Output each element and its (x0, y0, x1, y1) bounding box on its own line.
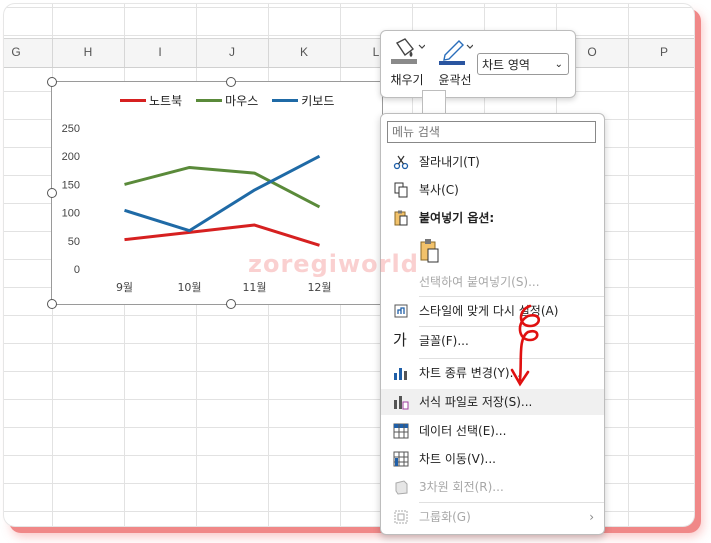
column-header-i[interactable]: I (150, 45, 170, 59)
menu-item-select-data[interactable]: 데이터 선택(E)... (381, 418, 604, 444)
menu-item-paste-special[interactable]: 선택하여 붙여넣기(S)... (381, 269, 604, 295)
x-tick-label: 12월 (307, 281, 331, 294)
resize-handle-middle-left[interactable] (47, 188, 57, 198)
series-line-1[interactable] (124, 165, 321, 209)
y-tick-label: 0 (74, 264, 80, 276)
outline-button[interactable]: 윤곽선 (435, 37, 475, 93)
column-header-p[interactable]: P (654, 45, 674, 59)
chart-mini-toolbar: 채우기 윤곽선 차트 영역 ⌄ (380, 30, 576, 98)
menu-item-font[interactable]: 가 글꼴(F)... (381, 328, 604, 354)
menu-item-3d-rotation[interactable]: 3차원 회전(R)... (381, 474, 604, 500)
paste-icon (394, 210, 408, 226)
x-tick-label: 9월 (116, 281, 133, 294)
menu-item-label: 선택하여 붙여넣기(S)... (419, 275, 540, 289)
outline-button-label: 윤곽선 (438, 73, 472, 87)
select-data-icon (393, 423, 409, 439)
resize-handle-bottom-middle[interactable] (226, 299, 236, 309)
y-tick-label: 200 (62, 151, 80, 163)
menu-separator (419, 502, 604, 503)
menu-item-label: 복사(C) (419, 183, 459, 197)
menu-item-label: 글꼴(F)... (419, 334, 469, 348)
chart-element-select[interactable]: 차트 영역 ⌄ (477, 53, 569, 75)
series-line-2[interactable] (124, 154, 321, 233)
chevron-down-icon: ⌄ (554, 59, 563, 70)
chevron-right-icon: › (589, 510, 594, 524)
line-chart[interactable]: 노트북 마우스 키보드 250 200 150 100 50 0 9월 10월 11월 12월 (51, 81, 383, 305)
font-icon: 가 (393, 331, 407, 349)
chart-filter-tab[interactable] (422, 90, 446, 114)
scissors-icon (393, 155, 409, 170)
menu-item-change-chart-type[interactable]: 차트 종류 변경(Y)... (381, 360, 604, 386)
menu-item-cut[interactable]: 잘라내기(T) (381, 149, 604, 175)
column-header-h[interactable]: H (78, 45, 98, 59)
y-tick-label: 250 (62, 123, 80, 135)
y-tick-label: 100 (62, 208, 80, 220)
fill-bucket-icon (391, 38, 426, 64)
rotate-3d-icon (395, 480, 408, 495)
group-icon (394, 510, 408, 524)
menu-item-label: 붙여넣기 옵션: (419, 211, 495, 225)
menu-item-label: 3차원 회전(R)... (419, 480, 504, 494)
chart-type-icon (394, 368, 407, 380)
move-chart-icon (393, 451, 409, 467)
resize-handle-bottom-left[interactable] (47, 299, 57, 309)
resize-handle-top-middle[interactable] (226, 77, 236, 87)
y-tick-label: 50 (68, 236, 80, 248)
menu-item-label: 데이터 선택(E)... (419, 424, 507, 438)
x-tick-label: 10월 (177, 281, 201, 294)
paste-option-button[interactable] (419, 238, 441, 264)
menu-item-reset-style[interactable]: 스타일에 맞게 다시 설정(A) (381, 298, 604, 324)
save-template-icon (394, 396, 409, 410)
menu-item-move-chart[interactable]: 차트 이동(V)... (381, 446, 604, 472)
menu-item-label: 그룹화(G) (419, 510, 471, 524)
menu-separator (419, 296, 604, 297)
plot-area[interactable]: 250 200 150 100 50 0 9월 10월 11월 12월 (52, 82, 382, 304)
column-header-g[interactable]: G (6, 45, 26, 59)
menu-item-paste-options: 붙여넣기 옵션: (381, 205, 604, 231)
menu-item-label: 잘라내기(T) (419, 155, 480, 169)
menu-item-label: 차트 이동(V)... (419, 452, 496, 466)
menu-item-copy[interactable]: 복사(C) (381, 177, 604, 203)
fill-button-label: 채우기 (390, 73, 424, 87)
series-line-0[interactable] (124, 223, 320, 247)
column-header-j[interactable]: J (222, 45, 242, 59)
menu-item-group[interactable]: 그룹화(G) › (381, 504, 604, 530)
menu-item-save-as-template[interactable]: 서식 파일로 저장(S)... (381, 389, 604, 415)
column-header-bar: G H I J K L O P (4, 38, 694, 68)
paste-clipboard-icon (420, 239, 439, 263)
outline-pen-icon (439, 40, 474, 65)
reset-style-icon (394, 304, 408, 318)
context-menu: 잘라내기(T) 복사(C) 붙여넣기 옵션: 선택하여 붙여넣기(S)... 스… (380, 113, 605, 535)
y-tick-label: 150 (62, 179, 80, 191)
annotation-arrow-icon (510, 304, 541, 387)
resize-handle-top-left[interactable] (47, 77, 57, 87)
menu-search-input[interactable] (387, 121, 596, 143)
copy-icon (394, 182, 408, 198)
chart-element-select-value: 차트 영역 (482, 58, 530, 72)
column-header-o[interactable]: O (582, 45, 602, 59)
fill-button[interactable]: 채우기 (387, 37, 427, 93)
column-header-k[interactable]: K (294, 45, 314, 59)
x-tick-label: 11월 (242, 281, 266, 294)
